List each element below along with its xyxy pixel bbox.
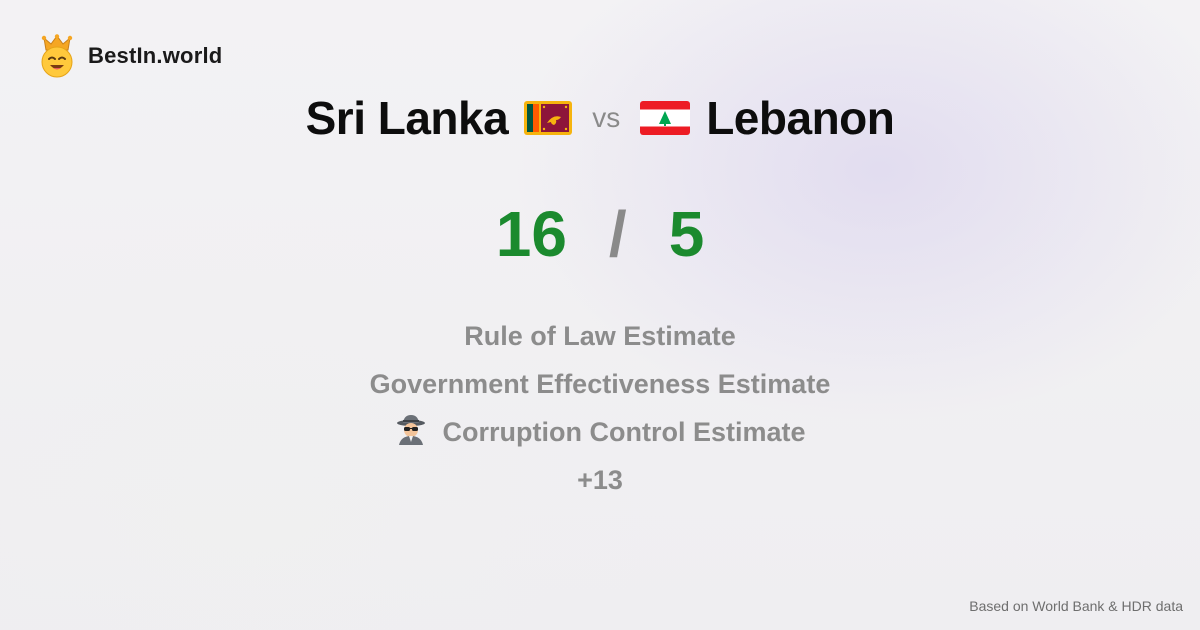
brand-name: BestIn.world (88, 43, 223, 68)
comparison-title: Sri Lanka vs Lebanon (0, 86, 1200, 150)
more-metrics-count[interactable]: +13 (577, 456, 623, 504)
crown-smiley-icon (38, 34, 76, 78)
metric-item: Rule of Law Estimate (464, 312, 736, 360)
score-row: 16 / 5 (0, 196, 1200, 272)
metric-label: Rule of Law Estimate (464, 320, 736, 351)
metric-item: Corruption Control Estimate (395, 408, 806, 456)
right-country-name: Lebanon (706, 92, 895, 144)
lebanon-flag-icon (640, 101, 691, 135)
detective-icon (395, 413, 427, 452)
left-score: 16 (495, 198, 567, 270)
metric-item: Government Effectiveness Estimate (370, 360, 831, 408)
score-separator: / (608, 198, 627, 270)
sri-lanka-flag-icon (524, 101, 573, 135)
metrics-list: Rule of Law Estimate Government Effectiv… (0, 312, 1200, 504)
metric-label: Corruption Control Estimate (442, 416, 806, 447)
brand-logo[interactable]: BestIn.world (38, 34, 222, 78)
left-country-name: Sri Lanka (305, 92, 509, 144)
metric-label: Government Effectiveness Estimate (369, 368, 831, 399)
data-source-note: Based on World Bank & HDR data (969, 598, 1183, 614)
vs-label: vs (592, 102, 621, 133)
right-score: 5 (668, 198, 705, 270)
